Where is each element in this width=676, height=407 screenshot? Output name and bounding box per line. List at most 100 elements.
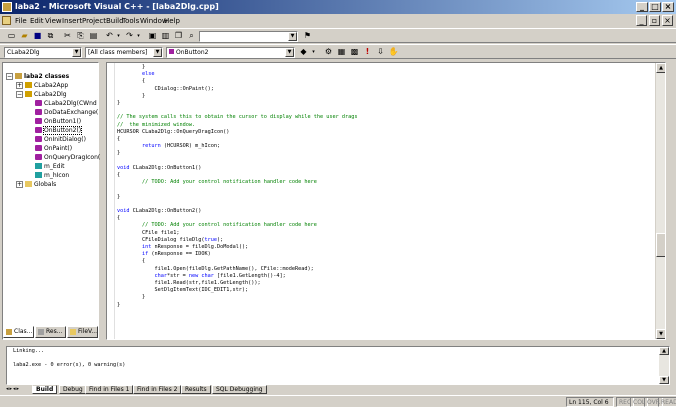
tree-item-onbutton2[interactable]: OnButton2() — [35, 126, 83, 135]
menu-build[interactable]: Build — [106, 17, 124, 26]
code-line: } — [117, 92, 146, 99]
scroll-thumb[interactable] — [656, 233, 665, 257]
resourceview-icon — [38, 329, 44, 335]
doc-close-button[interactable]: × — [662, 15, 673, 26]
output-pane[interactable]: Linking... laba2.exe - 0 error(s), 0 war… — [6, 346, 670, 385]
workspace-icon[interactable]: ▣ — [147, 31, 158, 41]
find-icon[interactable]: ⚑ — [302, 31, 313, 41]
tree-item-globals[interactable]: + Globals — [16, 181, 56, 189]
expand-icon[interactable]: + — [16, 82, 23, 89]
class-icon — [25, 82, 32, 88]
save-icon[interactable]: ■ — [32, 31, 43, 41]
status-read: READ — [658, 397, 676, 407]
scroll-down-icon[interactable]: ▼ — [656, 329, 665, 339]
minimize-button[interactable]: _ — [636, 2, 648, 12]
tree-item-dodataexchange[interactable]: DoDataExchange( — [35, 109, 98, 117]
code-line: } — [117, 150, 121, 157]
tab-sql-debugging[interactable]: SQL Debugging — [212, 385, 267, 394]
copy-icon[interactable]: ⎘ — [75, 31, 86, 41]
code-line: // The system calls this to obtain the c… — [117, 114, 358, 121]
find-combo[interactable]: ▼ — [199, 31, 298, 42]
code-line: // TODO: Add your control notification h… — [117, 179, 317, 186]
output-window-icon[interactable]: ▥ — [160, 31, 171, 41]
doc-minimize-button[interactable]: _ — [636, 15, 647, 26]
chevron-down-icon[interactable]: ▼ — [285, 48, 294, 57]
tab-find-in-files-2[interactable]: Find in Files 2 — [133, 385, 182, 394]
filter-combo[interactable]: [All class members] ▼ — [85, 47, 163, 58]
menu-view[interactable]: View — [45, 17, 62, 26]
workspace-icon — [15, 73, 22, 79]
tree-item-claba2app[interactable]: + CLaba2App — [16, 82, 68, 90]
paste-icon[interactable]: ▤ — [88, 31, 99, 41]
chevron-down-icon[interactable]: ▼ — [153, 48, 162, 57]
expand-icon[interactable]: + — [16, 181, 23, 188]
code-line: void CLaba2Dlg::OnButton2() — [117, 208, 202, 214]
doc-restore-button[interactable]: ▫ — [649, 15, 660, 26]
go-icon[interactable]: ⇩ — [375, 47, 386, 57]
menu-insert[interactable]: Insert — [62, 17, 82, 26]
class-combo[interactable]: CLaba2Dlg ▼ — [4, 47, 82, 58]
menu-project[interactable]: Project — [82, 17, 106, 26]
collapse-icon[interactable]: − — [16, 91, 23, 98]
breakpoint-icon[interactable]: ✋ — [388, 47, 399, 57]
app-icon[interactable] — [2, 2, 12, 12]
tab-results[interactable]: Results — [181, 385, 211, 394]
collapse-icon[interactable]: − — [6, 73, 13, 80]
tree-item-oninitdialog[interactable]: OnInitDialog() — [35, 136, 86, 144]
tab-debug[interactable]: Debug — [59, 385, 87, 394]
code-line: int nResponse = fileDlg.DoModal(); — [142, 244, 249, 250]
tree-item-label: Globals — [34, 181, 57, 188]
code-line: char*str = new char [file1.GetLength()-4… — [154, 272, 286, 279]
new-icon[interactable]: ▭ — [6, 31, 17, 41]
editor-gutter — [107, 63, 115, 339]
tab-classview[interactable]: Clas... — [3, 326, 34, 338]
pane-splitter[interactable] — [0, 342, 676, 345]
tree-item-onquerydragicon[interactable]: OnQueryDragIcon( — [35, 154, 100, 162]
chevron-down-icon[interactable]: ▼ — [72, 48, 81, 57]
code-editor[interactable]: } else { CDialog::OnPaint(); }}// The sy… — [106, 62, 666, 340]
menu-help[interactable]: Help — [164, 17, 180, 26]
undo-dropdown-icon[interactable]: ▾ — [113, 31, 124, 41]
find-in-files-icon[interactable]: ⌕ — [186, 31, 197, 41]
build-icon[interactable]: ▦ — [336, 47, 347, 57]
code-line: // the minimized window. — [117, 121, 196, 128]
chevron-down-icon[interactable]: ▼ — [288, 32, 297, 41]
output-vertical-scrollbar[interactable]: ▲ ▼ — [659, 347, 669, 384]
tree-item-claba2dlg[interactable]: − CLaba2Dlg — [16, 91, 67, 99]
open-icon[interactable]: ▰ — [19, 31, 30, 41]
method-icon — [35, 127, 42, 133]
scroll-down-icon[interactable]: ▼ — [659, 376, 669, 384]
menu-file[interactable]: File — [15, 17, 27, 26]
scroll-up-icon[interactable]: ▲ — [659, 347, 669, 355]
tree-item-m-hicon[interactable]: m_hIcon — [35, 172, 69, 180]
tab-scroll-arrows[interactable]: ◂▸◂▸ — [6, 385, 30, 394]
class-view-pane[interactable]: − laba2 classes + CLaba2App − CLaba2Dlg CLa… — [2, 62, 100, 340]
execute-icon[interactable]: ! — [362, 47, 373, 57]
member-combo[interactable]: OnButton2 ▼ — [166, 47, 295, 58]
maximize-button[interactable]: □ — [649, 2, 661, 12]
save-all-icon[interactable]: ⧉ — [45, 31, 56, 41]
tab-build[interactable]: Build — [32, 385, 58, 394]
tree-root-label: laba2 classes — [24, 73, 70, 80]
tree-item-onpaint[interactable]: OnPaint() — [35, 145, 72, 153]
tree-item-m-edit[interactable]: m_Edit — [35, 163, 64, 171]
redo-dropdown-icon[interactable]: ▾ — [133, 31, 144, 41]
menu-edit[interactable]: Edit — [30, 17, 44, 26]
scroll-up-icon[interactable]: ▲ — [656, 63, 665, 73]
code-line: if (nResponse == IDOK) — [142, 251, 211, 258]
document-system-icon[interactable] — [2, 16, 11, 25]
cut-icon[interactable]: ✂ — [62, 31, 73, 41]
tab-find-in-files-1[interactable]: Find in Files 1 — [85, 385, 134, 394]
tree-root[interactable]: − laba2 classes — [6, 73, 69, 81]
window-list-icon[interactable]: ❐ — [173, 31, 184, 41]
menu-tools[interactable]: Tools — [122, 17, 139, 26]
wizard-dropdown-icon[interactable]: ▾ — [308, 47, 319, 57]
stop-build-icon[interactable]: ▩ — [349, 47, 360, 57]
tab-fileview[interactable]: FileV... — [67, 326, 98, 338]
compile-icon[interactable]: ⚙ — [323, 47, 334, 57]
close-button[interactable]: × — [662, 2, 674, 12]
editor-vertical-scrollbar[interactable]: ▲ ▼ — [655, 63, 665, 339]
tree-item-onbutton1[interactable]: OnButton1() — [35, 118, 81, 126]
tree-item-constructor[interactable]: CLaba2Dlg(CWnd — [35, 100, 97, 108]
tab-resourceview[interactable]: Res... — [35, 326, 66, 338]
